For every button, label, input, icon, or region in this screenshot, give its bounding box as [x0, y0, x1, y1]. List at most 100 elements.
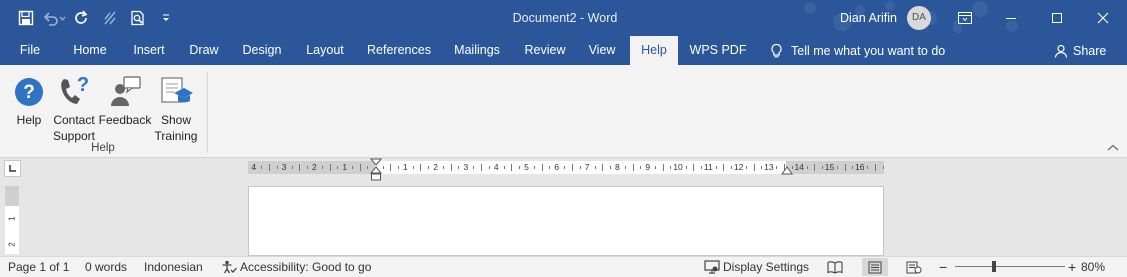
maximize-button[interactable] — [1034, 0, 1080, 36]
ribbon-group-separator — [207, 71, 208, 153]
tab-home[interactable]: Home — [66, 36, 114, 65]
ruler-tick — [670, 166, 672, 169]
ruler-tick — [852, 166, 854, 169]
ruler-tick — [458, 166, 460, 169]
ruler-tick — [481, 164, 483, 171]
ruler-tick — [776, 166, 778, 169]
print-layout-icon — [868, 261, 882, 273]
zoom-slider[interactable] — [955, 266, 1065, 267]
language-indicator[interactable]: Indonesian — [144, 257, 203, 277]
ruler-tick — [473, 166, 475, 169]
ruler-tick — [321, 166, 323, 169]
ruler-number: 4 — [493, 162, 499, 172]
avatar[interactable]: DA — [907, 6, 931, 30]
lightbulb-icon — [771, 43, 782, 57]
tab-references[interactable]: References — [363, 36, 435, 65]
ruler-number: 9 — [645, 162, 651, 172]
feedback-button[interactable]: Feedback — [98, 69, 152, 128]
tab-layout[interactable]: Layout — [298, 36, 352, 65]
tab-wps-pdf[interactable]: WPS PDF — [686, 36, 750, 65]
ruler-tick — [837, 166, 839, 169]
document-page[interactable] — [248, 186, 884, 256]
svg-text:?: ? — [77, 74, 89, 96]
undo-icon[interactable] — [40, 0, 68, 36]
customize-qat-icon[interactable] — [152, 0, 180, 36]
ruler-tick — [715, 166, 717, 169]
tab-mailings[interactable]: Mailings — [446, 36, 508, 65]
ruler-tick — [488, 166, 490, 169]
ruler-tick — [746, 166, 748, 169]
user-name[interactable]: Dian Arifin — [840, 0, 897, 36]
tell-me-text: Tell me what you want to do — [791, 43, 946, 58]
tab-draw[interactable]: Draw — [182, 36, 226, 65]
tab-selector[interactable] — [4, 160, 21, 177]
ruler-number: 16 — [855, 162, 865, 172]
touch-mode-icon[interactable] — [96, 0, 124, 36]
zoom-level[interactable]: 80% — [1081, 257, 1105, 277]
ruler-number: 13 — [764, 162, 774, 172]
accessibility-status[interactable]: Accessibility: Good to go — [221, 257, 371, 277]
ribbon-display-options-button[interactable] — [942, 0, 988, 36]
ruler-number: 2 — [433, 162, 438, 172]
ruler-tick — [291, 166, 293, 169]
ruler-tick — [655, 166, 657, 169]
tab-view[interactable]: View — [582, 36, 622, 65]
ruler-number: 15 — [824, 162, 835, 172]
share-button[interactable]: Share — [1054, 36, 1106, 65]
tell-me-search[interactable]: Tell me what you want to do — [770, 36, 945, 65]
show-training-button[interactable]: Show Training — [152, 69, 200, 144]
redo-icon[interactable] — [68, 0, 96, 36]
status-bar: Page 1 of 1 0 words Indonesian Accessibi… — [0, 256, 1127, 277]
ruler-number: 10 — [673, 162, 683, 172]
tab-help[interactable]: Help — [630, 36, 678, 65]
ruler-tick — [541, 164, 543, 171]
page-count[interactable]: Page 1 of 1 — [8, 257, 69, 277]
ruler-tick — [632, 164, 634, 171]
collapse-ribbon-icon[interactable] — [1106, 142, 1120, 154]
minimize-button[interactable] — [988, 0, 1034, 36]
print-layout-button[interactable] — [862, 258, 888, 276]
ruler-number: 6 — [554, 162, 560, 172]
document-title: Document2 - Word — [512, 11, 618, 25]
right-indent-marker-icon[interactable] — [781, 166, 793, 176]
print-preview-icon[interactable] — [124, 0, 152, 36]
ruler-tick — [867, 166, 869, 169]
accessibility-icon — [222, 260, 237, 274]
tab-file[interactable]: File — [8, 36, 52, 65]
ruler-tick — [594, 166, 596, 169]
display-settings-button[interactable]: Display Settings — [704, 257, 809, 277]
zoom-slider-thumb[interactable] — [992, 261, 996, 272]
ruler-tick — [390, 164, 392, 171]
contact-support-button[interactable]: ? Contact Support — [50, 69, 98, 144]
ruler-tick — [693, 164, 695, 171]
ruler-tick — [359, 164, 361, 171]
help-button-label: Help — [16, 113, 42, 127]
web-layout-button[interactable] — [901, 258, 927, 276]
close-button[interactable] — [1080, 0, 1126, 36]
read-mode-button[interactable] — [822, 258, 848, 276]
tab-design[interactable]: Design — [236, 36, 288, 65]
ruler-tick — [503, 166, 505, 169]
ruler-tick — [511, 164, 513, 171]
ruler-tick — [518, 166, 520, 169]
save-icon[interactable] — [12, 0, 40, 36]
ruler-tick — [268, 164, 270, 171]
ruler-tick — [882, 166, 884, 169]
ribbon-tab-bar: File Home Insert Draw Design Layout Refe… — [0, 36, 1127, 65]
vertical-ruler-label: 1 — [7, 216, 17, 221]
vertical-ruler[interactable]: 1 2 — [5, 186, 19, 254]
help-button[interactable]: ? Help — [10, 69, 48, 128]
ruler-number: 4 — [251, 162, 257, 172]
tab-review[interactable]: Review — [518, 36, 572, 65]
tab-insert[interactable]: Insert — [125, 36, 173, 65]
title-bar: Document2 - Word Dian Arifin DA — [0, 0, 1127, 36]
contact-support-label-1: Contact — [53, 113, 95, 127]
indent-markers-icon[interactable] — [370, 158, 382, 182]
feedback-icon — [111, 76, 141, 106]
ruler-tick — [564, 166, 566, 169]
zoom-in-button[interactable]: + — [1068, 257, 1076, 277]
zoom-out-button[interactable]: − — [939, 257, 947, 277]
ruler-number: 5 — [524, 162, 529, 172]
accessibility-text: Accessibility: Good to go — [240, 260, 372, 274]
word-count[interactable]: 0 words — [85, 257, 127, 277]
